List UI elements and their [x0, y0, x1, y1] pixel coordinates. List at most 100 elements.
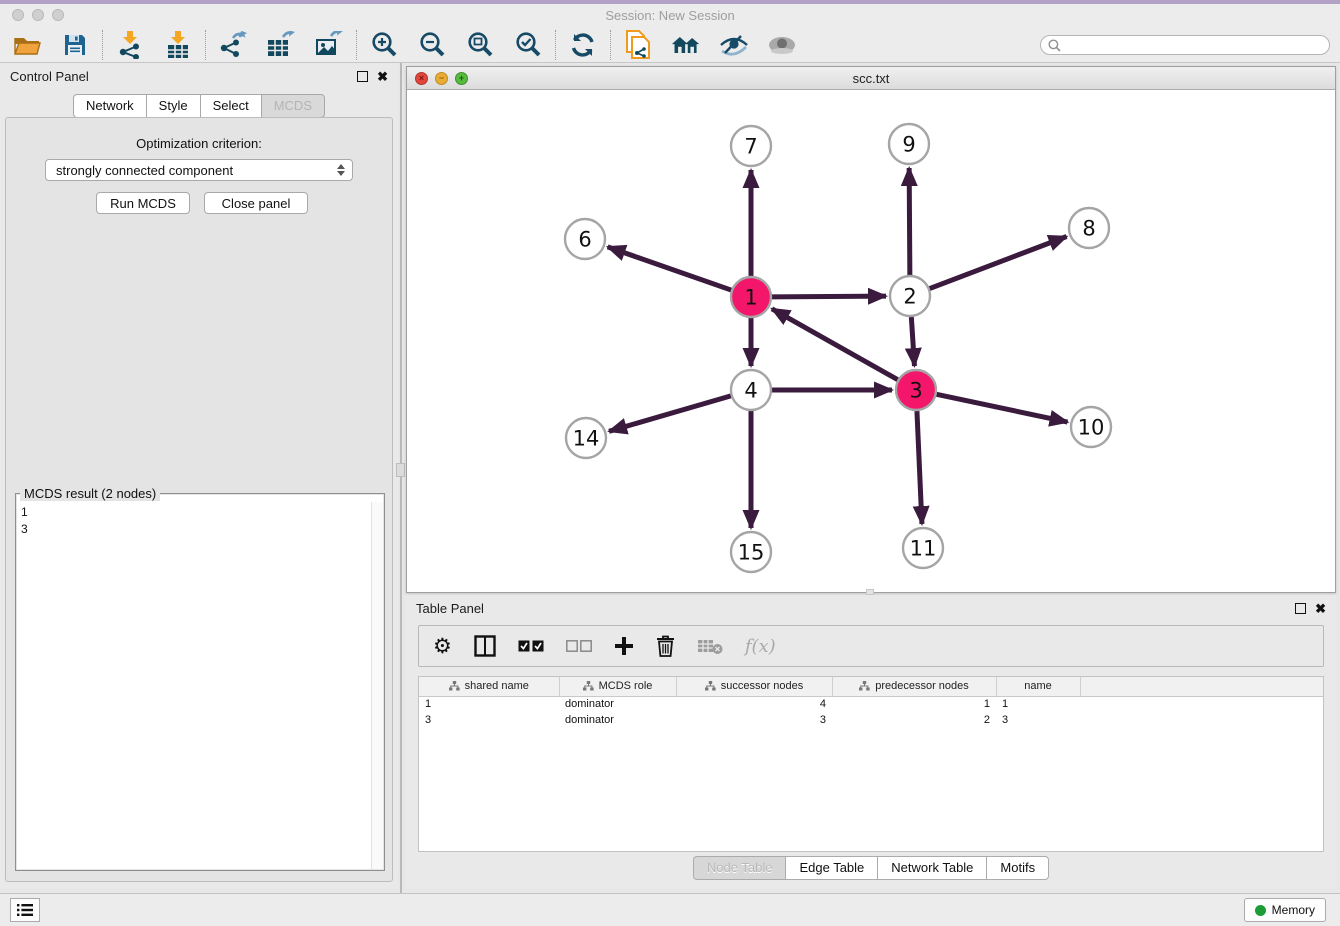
table-row[interactable]: 3dominator323: [419, 712, 1323, 728]
cell-mcds-role[interactable]: dominator: [559, 696, 676, 712]
export-network-icon[interactable]: [218, 31, 248, 59]
optimization-criterion-dropdown[interactable]: strongly connected component: [45, 159, 353, 181]
save-session-icon[interactable]: [60, 31, 90, 59]
maximize-network-icon[interactable]: +: [455, 72, 468, 85]
float-panel-icon[interactable]: [357, 71, 368, 82]
close-network-icon[interactable]: ×: [415, 72, 428, 85]
close-table-panel-icon[interactable]: ✖: [1315, 603, 1326, 614]
edge-1-6[interactable]: [608, 247, 732, 290]
column-header-name[interactable]: name: [996, 677, 1080, 696]
cell-name[interactable]: 3: [996, 712, 1080, 728]
network-canvas[interactable]: 7 9 6 8 1 2 4 3 14 10 15 11: [407, 90, 1335, 592]
edge-2-3[interactable]: [911, 317, 914, 366]
edge-4-14[interactable]: [609, 396, 731, 431]
panel-divider-grip[interactable]: [396, 463, 405, 477]
edge-3-10[interactable]: [937, 394, 1068, 422]
panel-divider[interactable]: [400, 63, 402, 893]
control-panel-tabbar: NetworkStyleSelectMCDS: [0, 94, 398, 118]
mcds-result-text[interactable]: 13: [17, 502, 371, 869]
zoom-in-icon[interactable]: [369, 31, 399, 59]
column-header-shared-name[interactable]: shared name: [419, 677, 559, 696]
column-header-predecessor-nodes[interactable]: predecessor nodes: [832, 677, 996, 696]
cell-filler: [1080, 712, 1323, 728]
edge-2-9[interactable]: [909, 168, 910, 275]
node-8[interactable]: 8: [1069, 208, 1109, 248]
node-7[interactable]: 7: [731, 126, 771, 166]
run-mcds-button[interactable]: Run MCDS: [96, 192, 190, 214]
cell-predecessor-nodes[interactable]: 2: [832, 712, 996, 728]
result-scrollbar[interactable]: [371, 502, 383, 869]
float-table-panel-icon[interactable]: [1295, 603, 1306, 614]
list-icon: [17, 903, 33, 917]
main-toolbar: [0, 28, 1340, 63]
optimization-criterion-label: Optimization criterion:: [6, 136, 392, 151]
node-9[interactable]: 9: [889, 124, 929, 164]
zoom-fit-icon[interactable]: [465, 31, 495, 59]
tab-edge-table[interactable]: Edge Table: [785, 856, 877, 880]
cell-shared-name[interactable]: 3: [419, 712, 559, 728]
node-2[interactable]: 2: [890, 276, 930, 316]
column-header-mcds-role[interactable]: MCDS role: [559, 677, 676, 696]
export-image-icon[interactable]: [314, 31, 344, 59]
tab-node-table[interactable]: Node Table: [693, 856, 786, 880]
close-panel-button[interactable]: Close panel: [204, 192, 308, 214]
main-titlebar[interactable]: Session: New Session: [0, 4, 1340, 28]
node-15[interactable]: 15: [731, 532, 771, 572]
table-panel: Table Panel ✖ ⚙: [406, 595, 1336, 888]
import-network-icon[interactable]: [115, 31, 145, 59]
dropdown-selected-value: strongly connected component: [56, 163, 233, 178]
edge-2-8[interactable]: [930, 237, 1067, 289]
cell-name[interactable]: 1: [996, 696, 1080, 712]
column-header-successor-nodes[interactable]: successor nodes: [676, 677, 832, 696]
import-table-icon[interactable]: [163, 31, 193, 59]
network-window-titlebar[interactable]: scc.txt × − +: [407, 67, 1335, 90]
tab-network[interactable]: Network: [73, 94, 146, 118]
node-6[interactable]: 6: [565, 219, 605, 259]
show-eye-icon[interactable]: [767, 31, 797, 59]
tab-mcds[interactable]: MCDS: [261, 94, 325, 118]
zoom-selected-icon[interactable]: [513, 31, 543, 59]
tab-select[interactable]: Select: [200, 94, 261, 118]
cell-successor-nodes[interactable]: 3: [676, 712, 832, 728]
cell-shared-name[interactable]: 1: [419, 696, 559, 712]
node-table[interactable]: shared nameMCDS rolesuccessor nodesprede…: [419, 677, 1323, 728]
node-1[interactable]: 1: [731, 277, 771, 317]
table-row[interactable]: 1dominator411: [419, 696, 1323, 712]
maximize-window-button[interactable]: [52, 9, 64, 21]
close-window-button[interactable]: [12, 9, 24, 21]
deselect-all-checkboxes-icon[interactable]: [566, 631, 592, 661]
search-input[interactable]: [1040, 35, 1330, 55]
close-panel-icon[interactable]: ✖: [377, 71, 388, 82]
mcds-result-groupbox: MCDS result (2 nodes) 13: [15, 493, 385, 871]
zoom-out-icon[interactable]: [417, 31, 447, 59]
tab-network-table[interactable]: Network Table: [877, 856, 986, 880]
select-all-checkboxes-icon[interactable]: [518, 631, 544, 661]
refresh-icon[interactable]: [568, 31, 598, 59]
node-14[interactable]: 14: [566, 418, 606, 458]
export-table-icon[interactable]: [266, 31, 296, 59]
minimize-network-icon[interactable]: −: [435, 72, 448, 85]
node-10[interactable]: 10: [1071, 407, 1111, 447]
tab-style[interactable]: Style: [146, 94, 200, 118]
double-house-icon[interactable]: [671, 31, 701, 59]
edge-3-1[interactable]: [772, 309, 898, 380]
cell-predecessor-nodes[interactable]: 1: [832, 696, 996, 712]
open-file-icon[interactable]: [12, 31, 42, 59]
settings-gear-icon[interactable]: ⚙: [433, 631, 452, 661]
cell-mcds-role[interactable]: dominator: [559, 712, 676, 728]
add-column-icon[interactable]: [614, 631, 634, 661]
node-3[interactable]: 3: [896, 370, 936, 410]
node-4[interactable]: 4: [731, 370, 771, 410]
memory-button[interactable]: Memory: [1244, 898, 1326, 922]
tab-motifs[interactable]: Motifs: [986, 856, 1049, 880]
task-history-button[interactable]: [10, 898, 40, 922]
edge-3-11[interactable]: [917, 411, 922, 524]
minimize-window-button[interactable]: [32, 9, 44, 21]
node-11[interactable]: 11: [903, 528, 943, 568]
show-columns-icon[interactable]: [474, 631, 496, 661]
edge-1-2[interactable]: [772, 296, 886, 297]
cell-successor-nodes[interactable]: 4: [676, 696, 832, 712]
hide-eye-icon[interactable]: [719, 31, 749, 59]
delete-column-icon[interactable]: [656, 631, 675, 661]
duplicate-network-icon[interactable]: [623, 31, 653, 59]
